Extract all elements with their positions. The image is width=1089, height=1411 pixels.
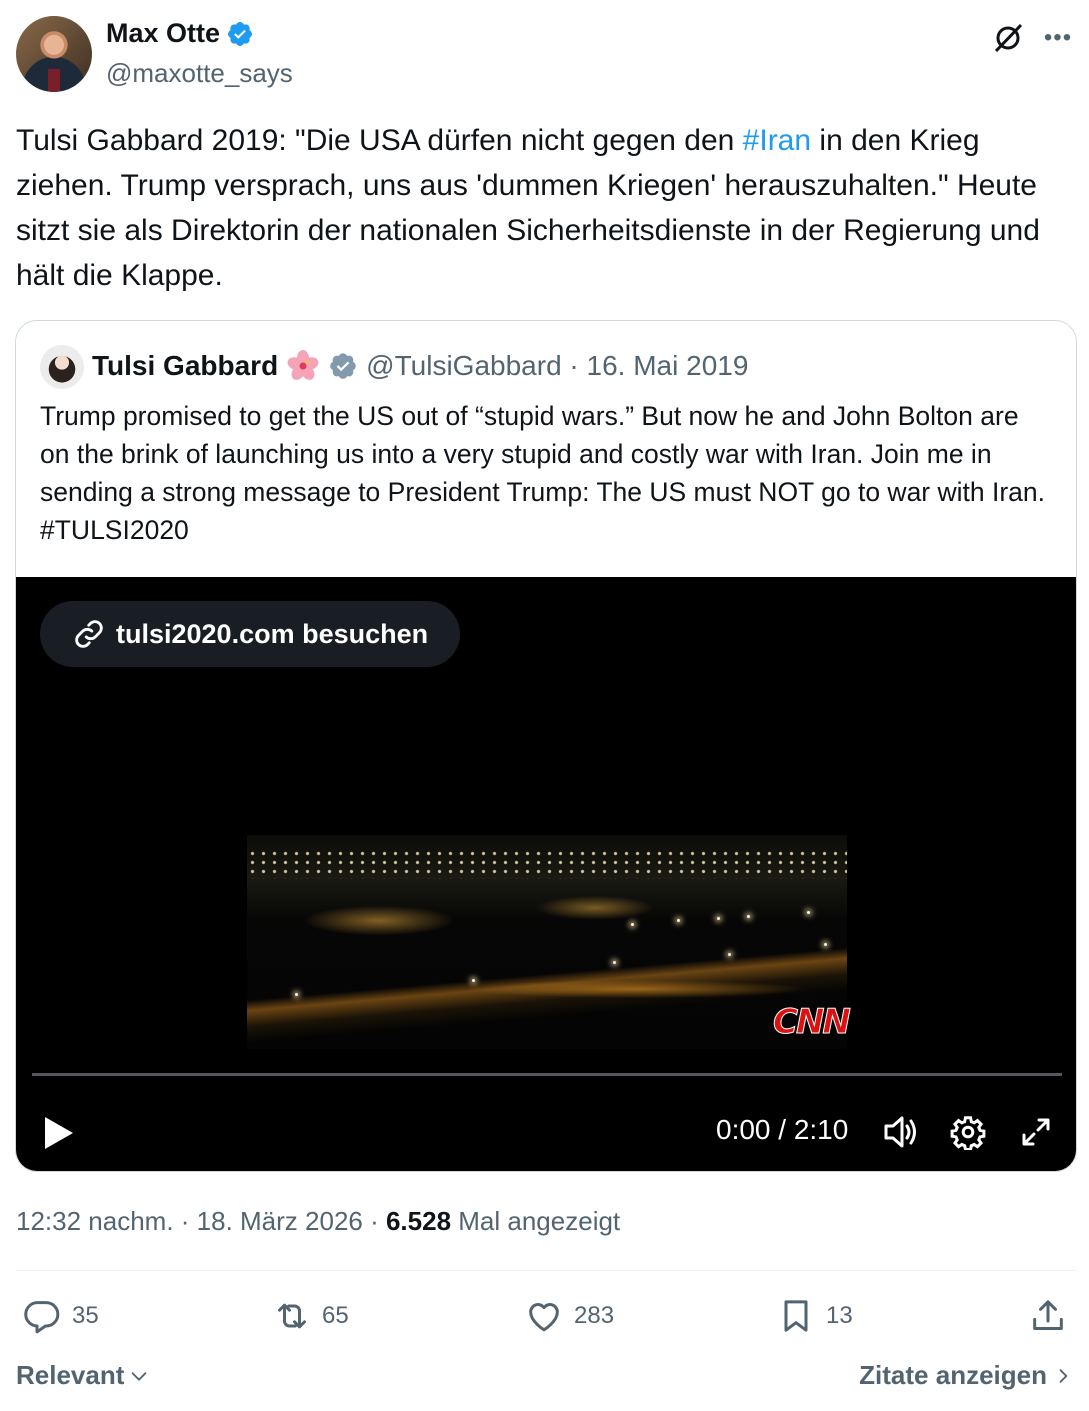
quoted-tweet-text: Trump promised to get the US out of “stu…: [40, 401, 1046, 545]
tweet-text: Tulsi Gabbard 2019: "Die USA dürfen nich…: [16, 118, 1066, 298]
share-button[interactable]: [1028, 1296, 1068, 1336]
video-time: 0:00 / 2:10: [716, 1114, 849, 1145]
quoted-author-row: Tulsi Gabbard @TulsiGabbard · 16. Mai 20…: [92, 349, 748, 383]
reply-button[interactable]: 35: [22, 1296, 99, 1336]
divider: [16, 1270, 1076, 1271]
reply-count: 35: [72, 1302, 99, 1329]
fullscreen-icon[interactable]: [1018, 1114, 1054, 1150]
tweet-time-date[interactable]: 12:32 nachm. · 18. März 2026 ·: [16, 1206, 386, 1236]
repost-icon: [278, 1303, 306, 1329]
chevron-right-icon: [1059, 1368, 1068, 1383]
video-player[interactable]: CNN tulsi2020.com besuchen 0:00 / 2:10: [16, 577, 1076, 1171]
heart-icon: [529, 1303, 559, 1332]
quoted-author-avatar[interactable]: [40, 345, 84, 389]
bookmark-icon: [784, 1300, 808, 1332]
bookmark-count: 13: [826, 1302, 853, 1329]
like-count: 283: [574, 1302, 615, 1329]
hibiscus-emoji-icon: [287, 350, 319, 380]
quotes-label: Zitate anzeigen: [859, 1360, 1047, 1390]
lamp: [824, 943, 827, 946]
bookmark-button[interactable]: 13: [776, 1296, 853, 1336]
sort-label: Relevant: [16, 1360, 125, 1390]
verified-badge-icon: [228, 21, 252, 46]
lamp: [613, 961, 616, 964]
video-progress-bar[interactable]: [32, 1073, 1062, 1076]
more-icon[interactable]: •••: [1040, 20, 1076, 56]
lamp: [295, 993, 298, 996]
lamp: [728, 953, 731, 956]
lamp: [631, 923, 634, 926]
government-badge-icon: [330, 353, 356, 379]
link-icon: [75, 620, 103, 648]
view-count: 6.528: [385, 1206, 452, 1236]
tweet-text-part: Tulsi Gabbard 2019: "Die USA dürfen nich…: [16, 124, 743, 157]
hashtag-link[interactable]: #Iran: [743, 124, 811, 157]
sort-relevant-dropdown[interactable]: Relevant: [16, 1360, 150, 1391]
lamp: [472, 979, 475, 982]
chevron-down-icon: [132, 1371, 147, 1381]
repost-button[interactable]: 65: [272, 1296, 349, 1336]
quoted-author-name[interactable]: Tulsi Gabbard: [92, 350, 278, 382]
lamp: [717, 917, 720, 920]
like-button[interactable]: 283: [524, 1296, 614, 1336]
lamp: [677, 919, 680, 922]
quoted-tweet[interactable]: Tulsi Gabbard @TulsiGabbard · 16. Mai 20…: [15, 320, 1077, 1172]
author-avatar[interactable]: [16, 16, 92, 92]
grok-icon[interactable]: [990, 20, 1026, 56]
video-frame: [247, 835, 847, 1049]
author-name[interactable]: Max Otte: [106, 18, 220, 49]
volume-icon[interactable]: [882, 1114, 920, 1150]
visit-link-button[interactable]: tulsi2020.com besuchen: [40, 601, 461, 667]
repost-count: 65: [322, 1302, 349, 1329]
gear-icon[interactable]: [950, 1114, 986, 1150]
view-quotes-link[interactable]: Zitate anzeigen: [859, 1360, 1073, 1391]
author-handle[interactable]: @maxotte_says: [106, 58, 293, 89]
lamp: [747, 915, 750, 918]
quoted-handle-date[interactable]: @TulsiGabbard · 16. Mai 2019: [366, 350, 748, 382]
share-icon: [1033, 1300, 1063, 1330]
visit-link-label: tulsi2020.com besuchen: [116, 618, 429, 649]
tweet-meta: 12:32 nachm. · 18. März 2026 · 6.528 Mal…: [16, 1206, 620, 1237]
cnn-watermark: CNN: [773, 1002, 852, 1043]
play-icon[interactable]: [42, 1115, 76, 1151]
reply-icon: [24, 1301, 60, 1334]
city-lights: [247, 849, 847, 879]
author-name-row[interactable]: Max Otte: [106, 18, 254, 49]
views-label: Mal angezeigt: [451, 1206, 621, 1236]
lamp: [807, 911, 810, 914]
